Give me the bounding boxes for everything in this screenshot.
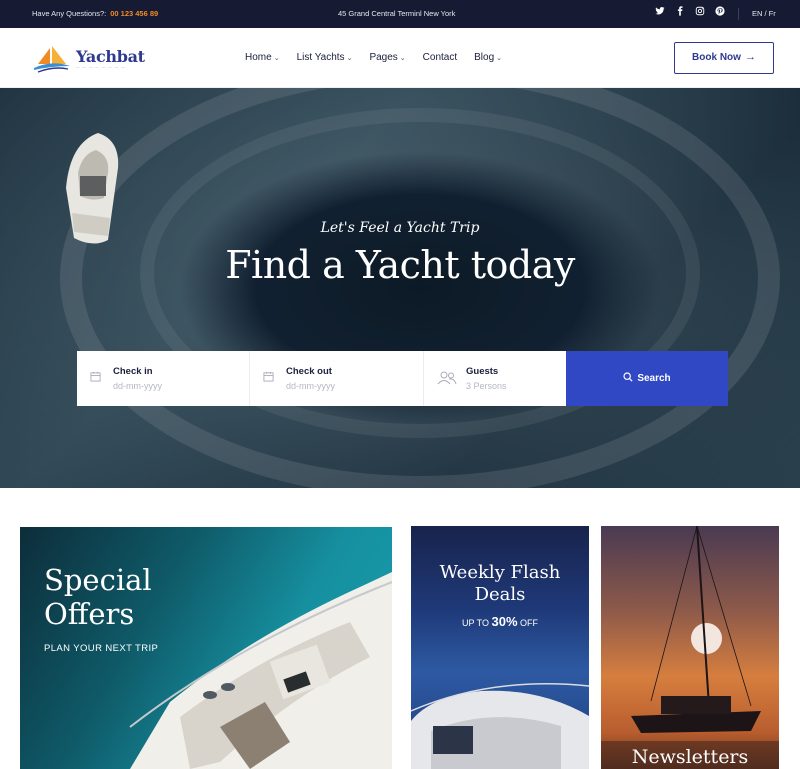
brand-tagline-mark: — — — — — — — —	[76, 65, 126, 69]
chevron-down-icon: ⌄	[346, 55, 353, 62]
hero-tagline: Let's Feel a Yacht Trip	[320, 220, 480, 236]
nav-label: Home	[245, 52, 272, 63]
flash-deals-title-line: Weekly Flash	[439, 562, 561, 583]
hero-title: Find a Yacht today	[225, 243, 575, 287]
phone-number[interactable]: 00 123 456 89	[110, 9, 158, 18]
flash-deals-title: Weekly Flash Deals	[411, 562, 589, 606]
sailboat-logo-icon	[34, 46, 70, 73]
brand-name: Yachbat	[76, 47, 145, 66]
book-now-label: Book Now	[692, 52, 741, 63]
calendar-icon	[263, 371, 275, 383]
nav-item-home[interactable]: Home ⌄	[245, 52, 280, 63]
flash-deals-title-line: Deals	[474, 584, 526, 605]
search-button-label: Search	[637, 373, 671, 384]
chevron-down-icon: ⌄	[273, 55, 280, 62]
discount-prefix: UP TO	[461, 618, 489, 628]
checkin-label: Check in	[113, 366, 153, 377]
chevron-down-icon: ⌄	[496, 55, 503, 62]
address-text: 45 Grand Central Terminl New York	[338, 9, 456, 18]
calendar-icon	[90, 371, 102, 383]
flash-deals-card[interactable]: Weekly Flash Deals UP TO 30% OFF	[411, 526, 589, 769]
checkout-placeholder: dd-mm-yyyy	[286, 381, 335, 391]
book-now-button[interactable]: Book Now →	[674, 42, 774, 74]
newsletters-card[interactable]: Newsletters	[601, 526, 779, 769]
nav-label: Contact	[422, 52, 458, 63]
nav-label: List Yachts	[296, 52, 345, 63]
special-offers-title-line: Special	[44, 563, 152, 597]
guests-placeholder: 3 Persons	[466, 381, 507, 391]
arrow-right-icon: →	[744, 51, 756, 63]
nav-label: Pages	[369, 52, 398, 63]
search-icon	[623, 372, 633, 382]
contact-question: Have Any Questions?: 00 123 456 89	[32, 9, 158, 18]
flash-deals-discount: UP TO 30% OFF	[411, 614, 589, 629]
top-bar: Have Any Questions?: 00 123 456 89 45 Gra…	[0, 0, 800, 28]
guests-field[interactable]: Guests 3 Persons	[424, 351, 566, 406]
nav-item-contact[interactable]: Contact	[423, 52, 457, 63]
pinterest-icon[interactable]	[715, 6, 725, 18]
guests-label: Guests	[466, 366, 499, 377]
hero-section: Let's Feel a Yacht Trip Find a Yacht tod…	[0, 88, 800, 488]
search-button[interactable]: Search	[566, 351, 728, 406]
special-offers-title-line: Offers	[44, 597, 135, 631]
discount-percent: 30%	[491, 614, 518, 629]
facebook-icon[interactable]	[675, 6, 685, 18]
discount-suffix: OFF	[520, 618, 539, 628]
main-nav: Home ⌄ List Yachts ⌄ Pages ⌄ Contact Blog ⌄	[245, 52, 519, 63]
nav-item-list-yachts[interactable]: List Yachts ⌄	[297, 52, 353, 63]
checkout-label: Check out	[286, 366, 332, 377]
chevron-down-icon: ⌄	[399, 55, 406, 62]
checkin-field[interactable]: Check in dd-mm-yyyy	[77, 351, 250, 406]
users-icon	[437, 371, 457, 385]
social-links	[655, 6, 725, 18]
checkout-field[interactable]: Check out dd-mm-yyyy	[250, 351, 424, 406]
checkin-placeholder: dd-mm-yyyy	[113, 381, 162, 391]
question-text: Have Any Questions?:	[32, 9, 107, 18]
nav-item-blog[interactable]: Blog ⌄	[474, 52, 502, 63]
special-offers-card[interactable]: Special Offers PLAN YOUR NEXT TRIP	[20, 527, 392, 769]
special-offers-subtitle: PLAN YOUR NEXT TRIP	[44, 643, 159, 654]
twitter-icon[interactable]	[655, 6, 665, 18]
special-offers-title: Special Offers	[44, 563, 152, 631]
topbar-divider	[738, 8, 739, 20]
site-logo[interactable]: Yachbat — — — — — — — —	[32, 44, 145, 74]
main-header: Yachbat — — — — — — — — Home ⌄ List Yacht…	[0, 28, 800, 88]
instagram-icon[interactable]	[695, 6, 705, 18]
sailboat-silhouette-image	[601, 526, 779, 769]
language-switcher[interactable]: EN / Fr	[752, 9, 776, 18]
newsletters-title: Newsletters	[631, 746, 749, 768]
nav-item-pages[interactable]: Pages ⌄	[369, 52, 405, 63]
nav-label: Blog	[474, 52, 495, 63]
booking-search-form: Check in dd-mm-yyyy Check out dd-mm-yyyy…	[77, 351, 728, 406]
